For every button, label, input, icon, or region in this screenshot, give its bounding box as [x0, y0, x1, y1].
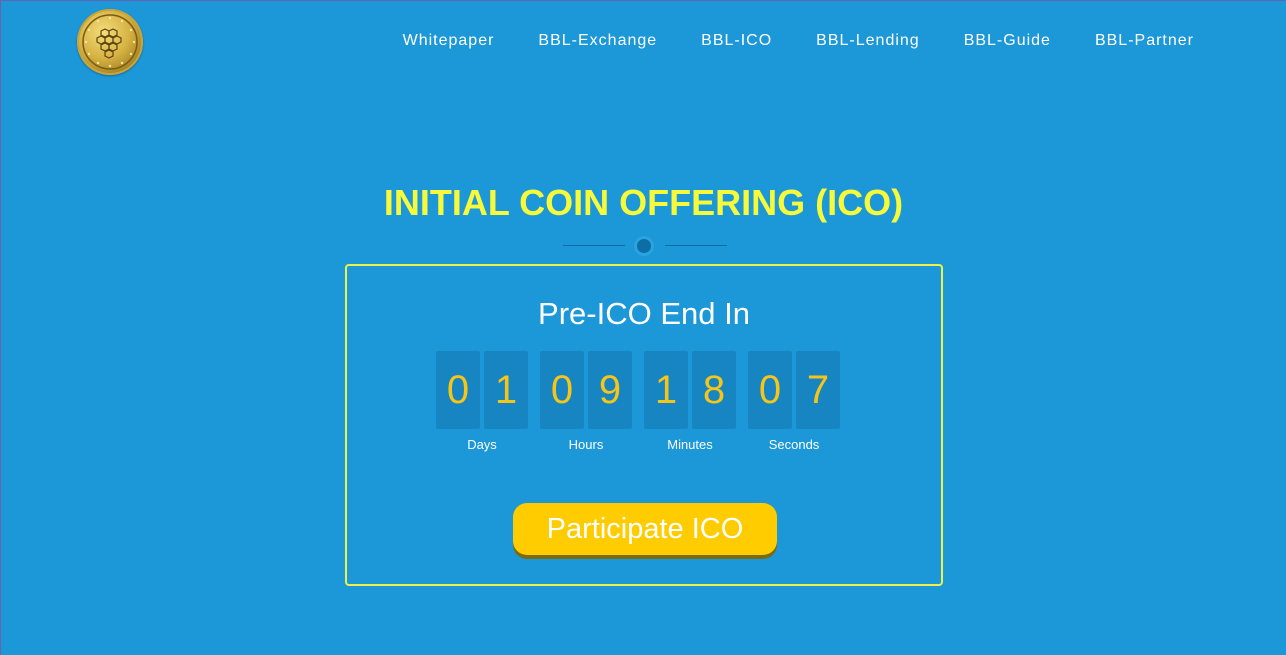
hours-label: Hours — [568, 437, 604, 452]
minutes-label: Minutes — [667, 437, 713, 452]
coin-logo-icon[interactable] — [77, 9, 143, 75]
title-divider — [563, 237, 727, 257]
minutes-digit-1: 1 — [644, 351, 688, 429]
days-digit-1: 0 — [436, 351, 480, 429]
participate-ico-label[interactable]: Participate ICO — [513, 503, 777, 555]
hours-digit-1: 0 — [540, 351, 584, 429]
nav-bbl-partner[interactable]: BBL-Partner — [1095, 32, 1194, 50]
countdown-days: 0 1 Days — [436, 351, 528, 452]
countdown-panel: Pre-ICO End In 0 1 Days 0 9 Hours 1 8 Mi… — [345, 264, 943, 586]
countdown-hours: 0 9 Hours — [540, 351, 632, 452]
countdown-timer: 0 1 Days 0 9 Hours 1 8 Minutes 0 7 Secon… — [436, 351, 852, 452]
divider-line-right — [665, 245, 727, 246]
participate-ico-button[interactable]: Participate ICO — [513, 503, 777, 559]
nav-bbl-exchange[interactable]: BBL-Exchange — [538, 32, 657, 50]
divider-line-left — [563, 245, 625, 246]
nav-bbl-guide[interactable]: BBL-Guide — [964, 32, 1051, 50]
days-label: Days — [467, 437, 497, 452]
nav-bbl-lending[interactable]: BBL-Lending — [816, 32, 920, 50]
seconds-digit-1: 0 — [748, 351, 792, 429]
page-title: INITIAL COIN OFFERING (ICO) — [383, 182, 904, 223]
countdown-minutes: 1 8 Minutes — [644, 351, 736, 452]
divider-dot — [637, 239, 651, 253]
minutes-digit-2: 8 — [692, 351, 736, 429]
main-nav: Whitepaper BBL-Exchange BBL-ICO BBL-Lend… — [359, 32, 1194, 50]
countdown-heading: Pre-ICO End In — [538, 296, 750, 331]
days-digit-2: 1 — [484, 351, 528, 429]
seconds-label: Seconds — [768, 437, 820, 452]
countdown-seconds: 0 7 Seconds — [748, 351, 840, 452]
seconds-digit-2: 7 — [796, 351, 840, 429]
nav-bbl-ico[interactable]: BBL-ICO — [701, 32, 772, 50]
hours-digit-2: 9 — [588, 351, 632, 429]
nav-whitepaper[interactable]: Whitepaper — [403, 32, 495, 50]
